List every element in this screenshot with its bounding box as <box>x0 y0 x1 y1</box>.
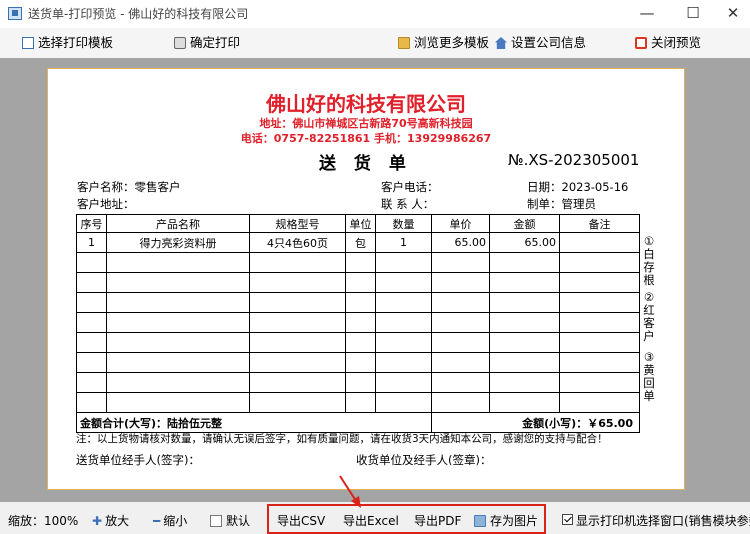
column-header: 单价 <box>432 215 490 233</box>
close-button[interactable]: ✕ <box>716 2 750 24</box>
app-icon <box>8 7 22 20</box>
table-header-row: 序号 产品名称 规格型号 单位 数量 单价 金额 备注 <box>77 215 640 233</box>
plus-icon: ✚ <box>92 514 102 528</box>
status-bar: 缩放：100% ✚放大 ━缩小 默认 导出CSV 导出Excel 导出PDF 存… <box>0 502 750 534</box>
company-address: 地址：佛山市禅城区古新路70号高新科技园 <box>48 115 684 131</box>
empty-row <box>77 373 640 393</box>
empty-row <box>77 253 640 273</box>
image-icon <box>474 515 486 527</box>
total-amount: 金额(小写)：￥65.00 <box>432 413 640 433</box>
table-cell: 1 <box>376 233 432 253</box>
maximize-button[interactable]: ☐ <box>676 2 710 24</box>
table-row: 1 得力亮彩资料册 4只4色60页 包 1 65.00 65.00 <box>77 233 640 253</box>
export-pdf-button[interactable]: 导出PDF <box>414 512 461 529</box>
close-preview-button[interactable]: 关闭预览 <box>635 34 701 52</box>
zoom-out-button[interactable]: ━缩小 <box>153 512 187 529</box>
footer-note: 注：以上货物请核对数量，请确认无误后签字，如有质量问题，请在收货3天内通知本公司… <box>76 431 608 446</box>
template-icon <box>22 37 34 49</box>
column-header: 产品名称 <box>107 215 250 233</box>
confirm-print-button[interactable]: 确定打印 <box>174 34 240 52</box>
empty-row <box>77 273 640 293</box>
document-date: 日期：2023-05-16 <box>527 179 628 195</box>
empty-row <box>77 333 640 353</box>
folder-icon <box>398 37 410 49</box>
document-creator: 制单：管理员 <box>527 196 596 212</box>
empty-row <box>77 313 640 333</box>
receiver-signature: 收货单位及经手人(签章)： <box>356 452 491 468</box>
empty-row <box>77 393 640 413</box>
document-number: №.XS-202305001 <box>508 151 639 169</box>
table-cell <box>560 233 640 253</box>
customer-phone: 客户电话： <box>381 179 439 195</box>
title-bar: 送货单-打印预览 - 佛山好的科技有限公司 — ☐ ✕ <box>0 0 750 28</box>
table-cell: 65.00 <box>432 233 490 253</box>
total-row: 金额合计(大写)：陆拾伍元整 金额(小写)：￥65.00 <box>77 413 640 433</box>
close-preview-icon <box>635 37 647 49</box>
print-page: 佛山好的科技有限公司 地址：佛山市禅城区古新路70号高新科技园 电话：0757-… <box>47 68 685 490</box>
company-contact: 电话：0757-82251861 手机：13929986267 <box>48 130 684 146</box>
home-icon <box>495 37 507 49</box>
table-cell: 1 <box>77 233 107 253</box>
table-cell: 得力亮彩资料册 <box>107 233 250 253</box>
column-header: 备注 <box>560 215 640 233</box>
window-title: 送货单-打印预览 - 佛山好的科技有限公司 <box>28 5 248 22</box>
table-cell: 65.00 <box>490 233 560 253</box>
zoom-level: 缩放：100% <box>8 512 78 529</box>
table-cell: 包 <box>346 233 376 253</box>
minimize-button[interactable]: — <box>630 2 664 24</box>
export-csv-button[interactable]: 导出CSV <box>277 512 325 529</box>
copy-label-yellow: ③黄回单 <box>642 351 656 403</box>
column-header: 序号 <box>77 215 107 233</box>
copy-label-white: ①白存根 <box>642 235 656 287</box>
column-header: 金额 <box>490 215 560 233</box>
printer-icon <box>174 37 186 49</box>
browse-templates-button[interactable]: 浏览更多模板 <box>398 34 489 52</box>
empty-row <box>77 353 640 373</box>
export-excel-button[interactable]: 导出Excel <box>343 512 399 529</box>
customer-address: 客户地址： <box>77 196 135 212</box>
show-printer-checkbox[interactable] <box>562 514 573 525</box>
show-printer-label: 显示打印机选择窗口(销售模块参数 <box>576 512 750 529</box>
reset-icon <box>210 515 222 527</box>
default-zoom-button[interactable]: 默认 <box>210 512 250 529</box>
empty-row <box>77 293 640 313</box>
document-title: 送 货 单 <box>319 149 412 174</box>
column-header: 数量 <box>376 215 432 233</box>
select-template-button[interactable]: 选择打印模板 <box>22 34 113 52</box>
items-table: 序号 产品名称 规格型号 单位 数量 单价 金额 备注 1 得力亮彩资料册 4只… <box>76 214 640 433</box>
company-name: 佛山好的科技有限公司 <box>48 88 684 117</box>
sender-signature: 送货单位经手人(签字)： <box>76 452 200 468</box>
contact-person: 联 系 人： <box>381 196 434 212</box>
column-header: 单位 <box>346 215 376 233</box>
zoom-in-button[interactable]: ✚放大 <box>92 512 129 529</box>
copy-label-red: ②红客户 <box>642 291 656 343</box>
save-image-button[interactable]: 存为图片 <box>474 512 538 529</box>
toolbar: 选择打印模板 确定打印 浏览更多模板 设置公司信息 关闭预览 <box>0 28 750 58</box>
column-header: 规格型号 <box>250 215 346 233</box>
minus-icon: ━ <box>153 514 160 528</box>
table-cell: 4只4色60页 <box>250 233 346 253</box>
customer-name: 客户名称：零售客户 <box>77 179 181 195</box>
total-in-words: 金额合计(大写)：陆拾伍元整 <box>77 413 432 433</box>
company-info-button[interactable]: 设置公司信息 <box>495 34 586 52</box>
